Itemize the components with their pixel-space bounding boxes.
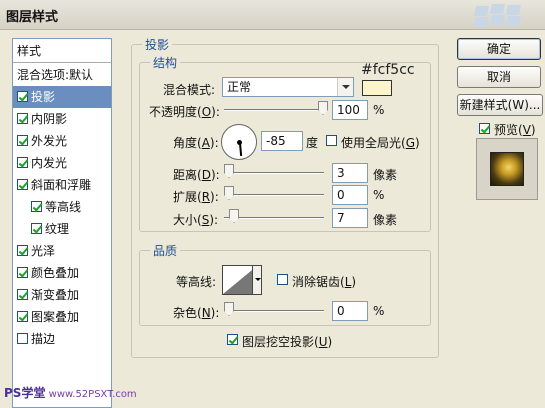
style-item-label: 渐变叠加 xyxy=(31,288,80,302)
style-item-stroke[interactable]: 描边 xyxy=(13,328,111,350)
distance-input[interactable]: 3 xyxy=(332,163,368,183)
style-item-label: 投影 xyxy=(31,90,56,104)
preview-label: 预览(V) xyxy=(494,123,536,137)
preview-checkbox[interactable] xyxy=(479,123,490,134)
angle-input[interactable]: -85 xyxy=(261,131,303,151)
style-item-pattern-overlay[interactable]: 图案叠加 xyxy=(13,306,111,328)
blend-mode-select[interactable]: 正常 xyxy=(222,77,354,97)
size-label: 大小(S): xyxy=(173,213,219,227)
satin-checkbox[interactable] xyxy=(17,245,28,256)
spread-input[interactable]: 0 xyxy=(332,185,368,205)
drop-shadow-checkbox[interactable] xyxy=(17,91,28,102)
angle-dial[interactable] xyxy=(221,124,257,160)
ok-button[interactable]: 确定 xyxy=(457,38,541,60)
size-input[interactable]: 7 xyxy=(332,208,368,228)
spread-label: 扩展(R): xyxy=(173,190,219,204)
gradient-overlay-checkbox[interactable] xyxy=(17,289,28,300)
watermark-url: www.52PSXT.com xyxy=(48,389,137,400)
style-item-inner-shadow[interactable]: 内阴影 xyxy=(13,108,111,130)
preview-thumbnail xyxy=(490,152,524,186)
opacity-label: 不透明度(O): xyxy=(149,105,220,119)
chevron-down-icon xyxy=(337,78,353,96)
contour-checkbox[interactable] xyxy=(31,201,42,212)
spread-unit: % xyxy=(373,188,385,202)
blend-mode-label: 混合模式: xyxy=(163,83,216,97)
style-item-label: 内发光 xyxy=(31,156,68,170)
color-hex-label: #fcf5cc xyxy=(361,62,415,78)
style-item-label: 图案叠加 xyxy=(31,310,80,324)
outer-glow-checkbox[interactable] xyxy=(17,135,28,146)
style-item-satin[interactable]: 光泽 xyxy=(13,240,111,262)
style-item-label: 光泽 xyxy=(31,244,56,258)
style-item-label: 颜色叠加 xyxy=(31,266,80,280)
antialias-label: 消除锯齿(L) xyxy=(292,275,357,289)
style-item-color-overlay[interactable]: 颜色叠加 xyxy=(13,262,111,284)
contour-label: 等高线: xyxy=(176,275,217,289)
title-bar: 图层样式 xyxy=(0,0,545,30)
style-item-label: 描边 xyxy=(31,332,56,346)
styles-header[interactable]: 样式 xyxy=(13,39,111,63)
style-item-drop-shadow[interactable]: 投影 xyxy=(13,86,111,108)
style-item-label: 纹理 xyxy=(45,222,70,236)
style-preview xyxy=(476,138,538,200)
antialias-checkbox[interactable] xyxy=(277,274,288,285)
style-item-contour[interactable]: 等高线 xyxy=(13,196,111,218)
stroke-checkbox[interactable] xyxy=(17,333,28,344)
global-light-checkbox[interactable] xyxy=(326,135,337,146)
size-slider-track[interactable] xyxy=(224,217,324,219)
noise-unit: % xyxy=(373,304,385,318)
spread-slider-track[interactable] xyxy=(224,194,324,196)
global-light-label: 使用全局光(G) xyxy=(341,136,420,150)
style-item-bevel-emboss[interactable]: 斜面和浮雕 xyxy=(13,174,111,196)
new-style-button[interactable]: 新建样式(W)... xyxy=(457,94,543,116)
angle-center-dot xyxy=(237,140,242,145)
color-overlay-checkbox[interactable] xyxy=(17,267,28,278)
watermark: PS学堂 www.52PSXT.com xyxy=(4,384,137,401)
contour-dropdown-button[interactable] xyxy=(252,265,262,295)
style-item-label: 斜面和浮雕 xyxy=(31,178,92,192)
style-item-label: 等高线 xyxy=(45,200,82,214)
structure-title: 结构 xyxy=(150,54,181,71)
pattern-overlay-checkbox[interactable] xyxy=(17,311,28,322)
windows-logo-icon xyxy=(455,2,535,28)
blend-mode-value: 正常 xyxy=(227,80,252,94)
knockout-checkbox[interactable] xyxy=(227,334,238,345)
quality-title: 品质 xyxy=(150,242,181,259)
noise-input[interactable]: 0 xyxy=(332,301,368,321)
shadow-color-swatch[interactable] xyxy=(362,80,392,96)
style-item-inner-glow[interactable]: 内发光 xyxy=(13,152,111,174)
inner-glow-checkbox[interactable] xyxy=(17,157,28,168)
style-item-texture[interactable]: 纹理 xyxy=(13,218,111,240)
texture-checkbox[interactable] xyxy=(31,223,42,234)
angle-label: 角度(A): xyxy=(173,136,219,150)
opacity-unit: % xyxy=(373,103,385,117)
noise-label: 杂色(N): xyxy=(173,306,220,320)
angle-unit: 度 xyxy=(306,136,319,150)
watermark-site: PS学堂 xyxy=(4,386,46,400)
inner-shadow-checkbox[interactable] xyxy=(17,113,28,124)
distance-unit: 像素 xyxy=(373,168,398,182)
style-item-label: 内阴影 xyxy=(31,112,68,126)
distance-slider-track[interactable] xyxy=(224,172,324,174)
style-item-gradient-overlay[interactable]: 渐变叠加 xyxy=(13,284,111,306)
opacity-slider-track[interactable] xyxy=(224,109,328,111)
bevel-emboss-checkbox[interactable] xyxy=(17,179,28,190)
opacity-input[interactable]: 100 xyxy=(332,100,368,120)
distance-label: 距离(D): xyxy=(173,168,220,182)
blend-options-item[interactable]: 混合选项:默认 xyxy=(13,64,111,86)
size-unit: 像素 xyxy=(373,213,398,227)
window-title: 图层样式 xyxy=(6,10,59,25)
noise-slider-track[interactable] xyxy=(224,310,324,312)
styles-list: 样式 混合选项:默认 投影 内阴影 外发光 内发光 斜面和浮雕 等高线 纹理 光… xyxy=(12,38,112,408)
style-item-outer-glow[interactable]: 外发光 xyxy=(13,130,111,152)
cancel-button[interactable]: 取消 xyxy=(457,66,541,88)
drop-shadow-title: 投影 xyxy=(142,36,173,53)
style-item-label: 外发光 xyxy=(31,134,68,148)
knockout-label: 图层挖空投影(U) xyxy=(242,335,333,349)
